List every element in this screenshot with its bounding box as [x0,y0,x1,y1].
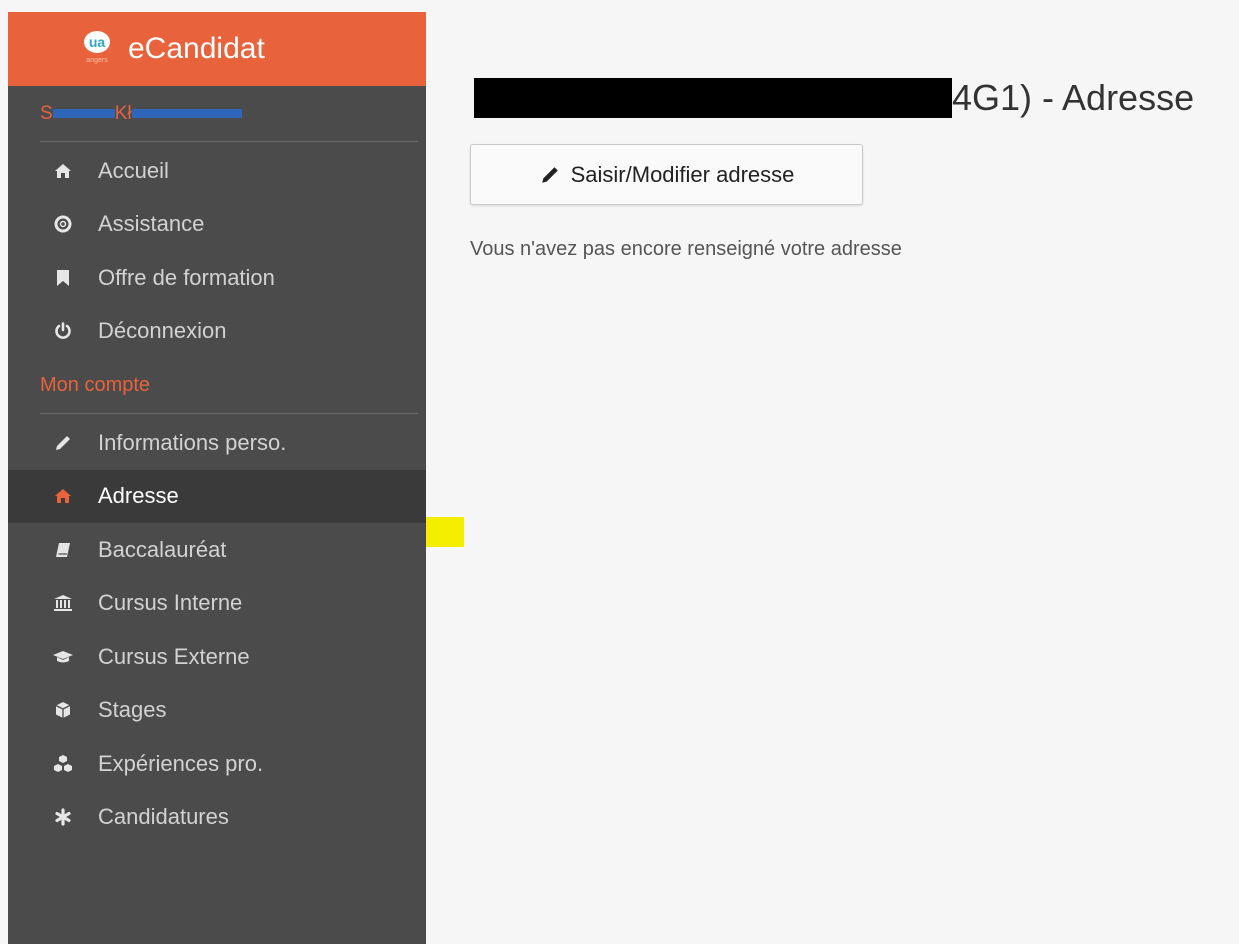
account-nav: Informations perso. Adresse Baccalauréat… [8,414,426,844]
graduation-cap-icon [52,646,74,668]
nav-item-experiences-pro[interactable]: Expériences pro. [8,737,426,791]
nav-label: Assistance [98,211,205,237]
institution-icon [52,592,74,614]
nav-label: Cursus Externe [98,643,250,669]
pencil-icon [539,164,561,186]
university-logo-icon: ua angers [80,29,114,69]
nav-label: Stages [98,697,167,723]
nav-item-candidatures[interactable]: Candidatures [8,791,426,845]
asterisk-icon [52,806,74,828]
power-icon [52,320,74,342]
nav-item-accueil[interactable]: Accueil [8,144,426,198]
nav-label: Accueil [98,157,169,183]
nav-item-assistance[interactable]: Assistance [8,198,426,252]
nav-label: Informations perso. [98,429,287,455]
lifebuoy-icon [52,213,74,235]
app-window: ua angers eCandidat S Kł Accueil Assista… [0,0,1239,944]
nav-item-cursus-interne[interactable]: Cursus Interne [8,577,426,631]
edit-address-button[interactable]: Saisir/Modifier adresse [470,144,863,205]
highlight-marker [426,517,464,547]
nav-item-baccalaureat[interactable]: Baccalauréat [8,523,426,577]
page-title: 4G1) - Adresse [474,74,1194,122]
main-nav: Accueil Assistance Offre de formation Dé… [8,142,426,358]
redacted-name-part [52,109,115,118]
user-name: S Kł [40,86,418,142]
redacted-title-part [474,78,952,118]
home-icon [52,160,74,182]
nav-label: Candidatures [98,804,229,830]
sidebar: ua angers eCandidat S Kł Accueil Assista… [8,12,426,944]
cube-icon [52,699,74,721]
empty-address-message: Vous n'avez pas encore renseigné votre a… [470,238,902,260]
pencil-icon [52,432,74,454]
nav-label: Expériences pro. [98,750,264,776]
redacted-name-part [131,109,242,118]
bookmark-icon [52,267,74,289]
nav-label: Baccalauréat [98,536,227,562]
home-icon [52,485,74,507]
nav-label: Adresse [98,483,179,509]
brand-header[interactable]: ua angers eCandidat [8,12,426,86]
logo-bubble: ua [84,31,110,53]
user-name-visible: Kł [114,102,132,124]
nav-label: Offre de formation [98,264,275,290]
edit-address-button-label: Saisir/Modifier adresse [570,161,795,187]
logo-subtext: angers [86,57,108,64]
nav-item-stages[interactable]: Stages [8,684,426,738]
app-title: eCandidat [128,32,265,65]
section-title-mon-compte: Mon compte [40,358,418,414]
nav-label: Déconnexion [98,318,227,344]
cubes-icon [52,753,74,775]
user-name-prefix: S [40,102,53,124]
nav-item-offre-formation[interactable]: Offre de formation [8,251,426,305]
nav-label: Cursus Interne [98,590,243,616]
nav-item-cursus-externe[interactable]: Cursus Externe [8,630,426,684]
nav-item-deconnexion[interactable]: Déconnexion [8,305,426,359]
nav-item-informations-perso[interactable]: Informations perso. [8,416,426,470]
nav-item-adresse[interactable]: Adresse [8,469,426,523]
page-title-text: 4G1) - Adresse [952,77,1195,118]
book-icon [52,539,74,561]
